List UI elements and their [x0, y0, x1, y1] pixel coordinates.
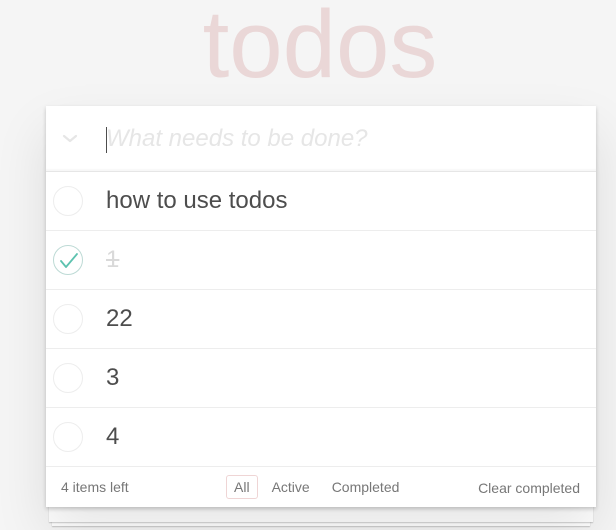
chevron-down-icon[interactable] — [60, 128, 80, 148]
todo-item[interactable]: 3 — [46, 349, 596, 408]
app-title: todos — [202, 0, 438, 98]
todo-toggle[interactable] — [53, 363, 83, 393]
filter-active[interactable]: Active — [264, 475, 318, 499]
todo-list: how to use todos 1 22 3 4 — [46, 172, 596, 467]
filter-list: All Active Completed — [226, 475, 413, 499]
todo-label[interactable]: 1 — [106, 231, 119, 289]
clear-completed-button[interactable]: Clear completed — [478, 467, 580, 509]
new-todo-row — [46, 106, 596, 172]
text-caret — [106, 127, 107, 153]
todo-panel: how to use todos 1 22 3 4 — [46, 106, 596, 507]
todo-footer: 4 items left All Active Completed Clear … — [46, 467, 596, 507]
todo-toggle[interactable] — [53, 422, 83, 452]
check-icon — [60, 253, 78, 268]
todo-item[interactable]: 4 — [46, 408, 596, 467]
filter-all[interactable]: All — [226, 475, 258, 499]
todo-toggle[interactable] — [53, 304, 83, 334]
todo-toggle[interactable] — [53, 245, 83, 275]
todo-item[interactable]: 1 — [46, 231, 596, 290]
todo-label[interactable]: 22 — [106, 290, 133, 348]
items-left-count: 4 items left — [61, 479, 129, 495]
todo-toggle[interactable] — [53, 186, 83, 216]
todo-label[interactable]: how to use todos — [106, 172, 287, 230]
todo-app: todos how to use todos — [0, 0, 616, 530]
todo-item[interactable]: how to use todos — [46, 172, 596, 231]
filter-completed[interactable]: Completed — [324, 475, 408, 499]
todo-label[interactable]: 3 — [106, 349, 119, 407]
new-todo-input[interactable] — [106, 118, 576, 160]
todo-label[interactable]: 4 — [106, 408, 119, 466]
todo-item[interactable]: 22 — [46, 290, 596, 349]
